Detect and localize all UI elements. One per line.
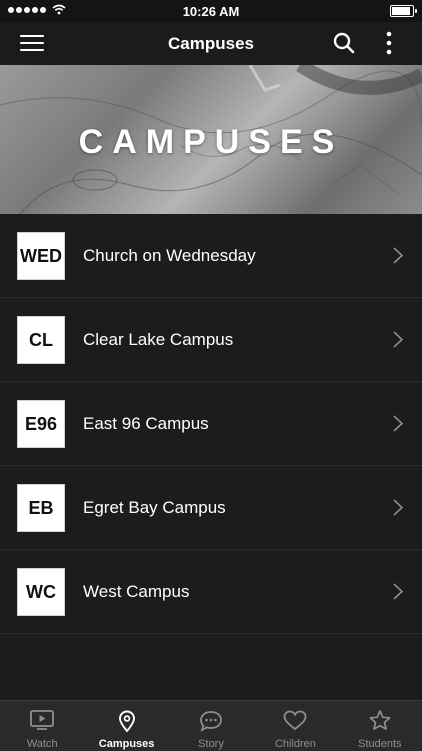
tab-label: Story: [198, 738, 224, 750]
chevron-right-icon: [393, 331, 403, 348]
tab-students[interactable]: Students: [338, 701, 422, 751]
heart-icon: [284, 710, 307, 731]
search-icon[interactable]: [333, 32, 355, 54]
nav-bar: Campuses: [0, 22, 422, 65]
chevron-right-icon: [393, 247, 403, 264]
list-item[interactable]: E96 East 96 Campus: [0, 382, 422, 466]
star-icon: [369, 710, 391, 730]
campus-badge: WC: [17, 568, 65, 616]
more-vertical-icon[interactable]: [380, 30, 398, 56]
campus-name: East 96 Campus: [83, 414, 209, 433]
map-pin-icon: [118, 710, 135, 733]
list-item[interactable]: CL Clear Lake Campus: [0, 298, 422, 382]
hero-title: CAMPUSES: [78, 123, 344, 161]
campus-name: West Campus: [83, 582, 190, 601]
campus-badge: E96: [17, 400, 65, 448]
chevron-right-icon: [393, 583, 403, 600]
list-item[interactable]: WC West Campus: [0, 550, 422, 634]
campus-list: WED Church on Wednesday CL Clear Lake Ca…: [0, 214, 422, 634]
chat-bubble-icon: [200, 711, 222, 732]
status-time: 10:26 AM: [182, 4, 240, 19]
status-bar: 10:26 AM: [0, 0, 422, 22]
tab-bar: Watch Campuses Story Children Students: [0, 700, 422, 751]
campus-name: Church on Wednesday: [83, 246, 256, 265]
tab-label: Children: [274, 738, 316, 750]
tab-label: Students: [358, 738, 402, 750]
campus-name: Clear Lake Campus: [83, 330, 234, 349]
campus-badge: WED: [17, 232, 65, 280]
battery-icon: [390, 5, 417, 17]
tv-play-icon: [30, 710, 55, 730]
campus-badge: CL: [17, 316, 65, 364]
list-item[interactable]: EB Egret Bay Campus: [0, 466, 422, 550]
chevron-right-icon: [393, 499, 403, 516]
page-title: Campuses: [168, 34, 254, 53]
tab-campuses[interactable]: Campuses: [84, 701, 168, 751]
campus-name: Egret Bay Campus: [83, 498, 226, 517]
campus-badge: EB: [17, 484, 65, 532]
list-item[interactable]: WED Church on Wednesday: [0, 214, 422, 298]
tab-label: Watch: [26, 738, 58, 750]
hero-banner: CAMPUSES: [0, 65, 422, 214]
chevron-right-icon: [393, 415, 403, 432]
tab-watch[interactable]: Watch: [0, 701, 84, 751]
tab-story[interactable]: Story: [169, 701, 253, 751]
tab-label: Campuses: [98, 738, 155, 750]
tab-children[interactable]: Children: [253, 701, 337, 751]
